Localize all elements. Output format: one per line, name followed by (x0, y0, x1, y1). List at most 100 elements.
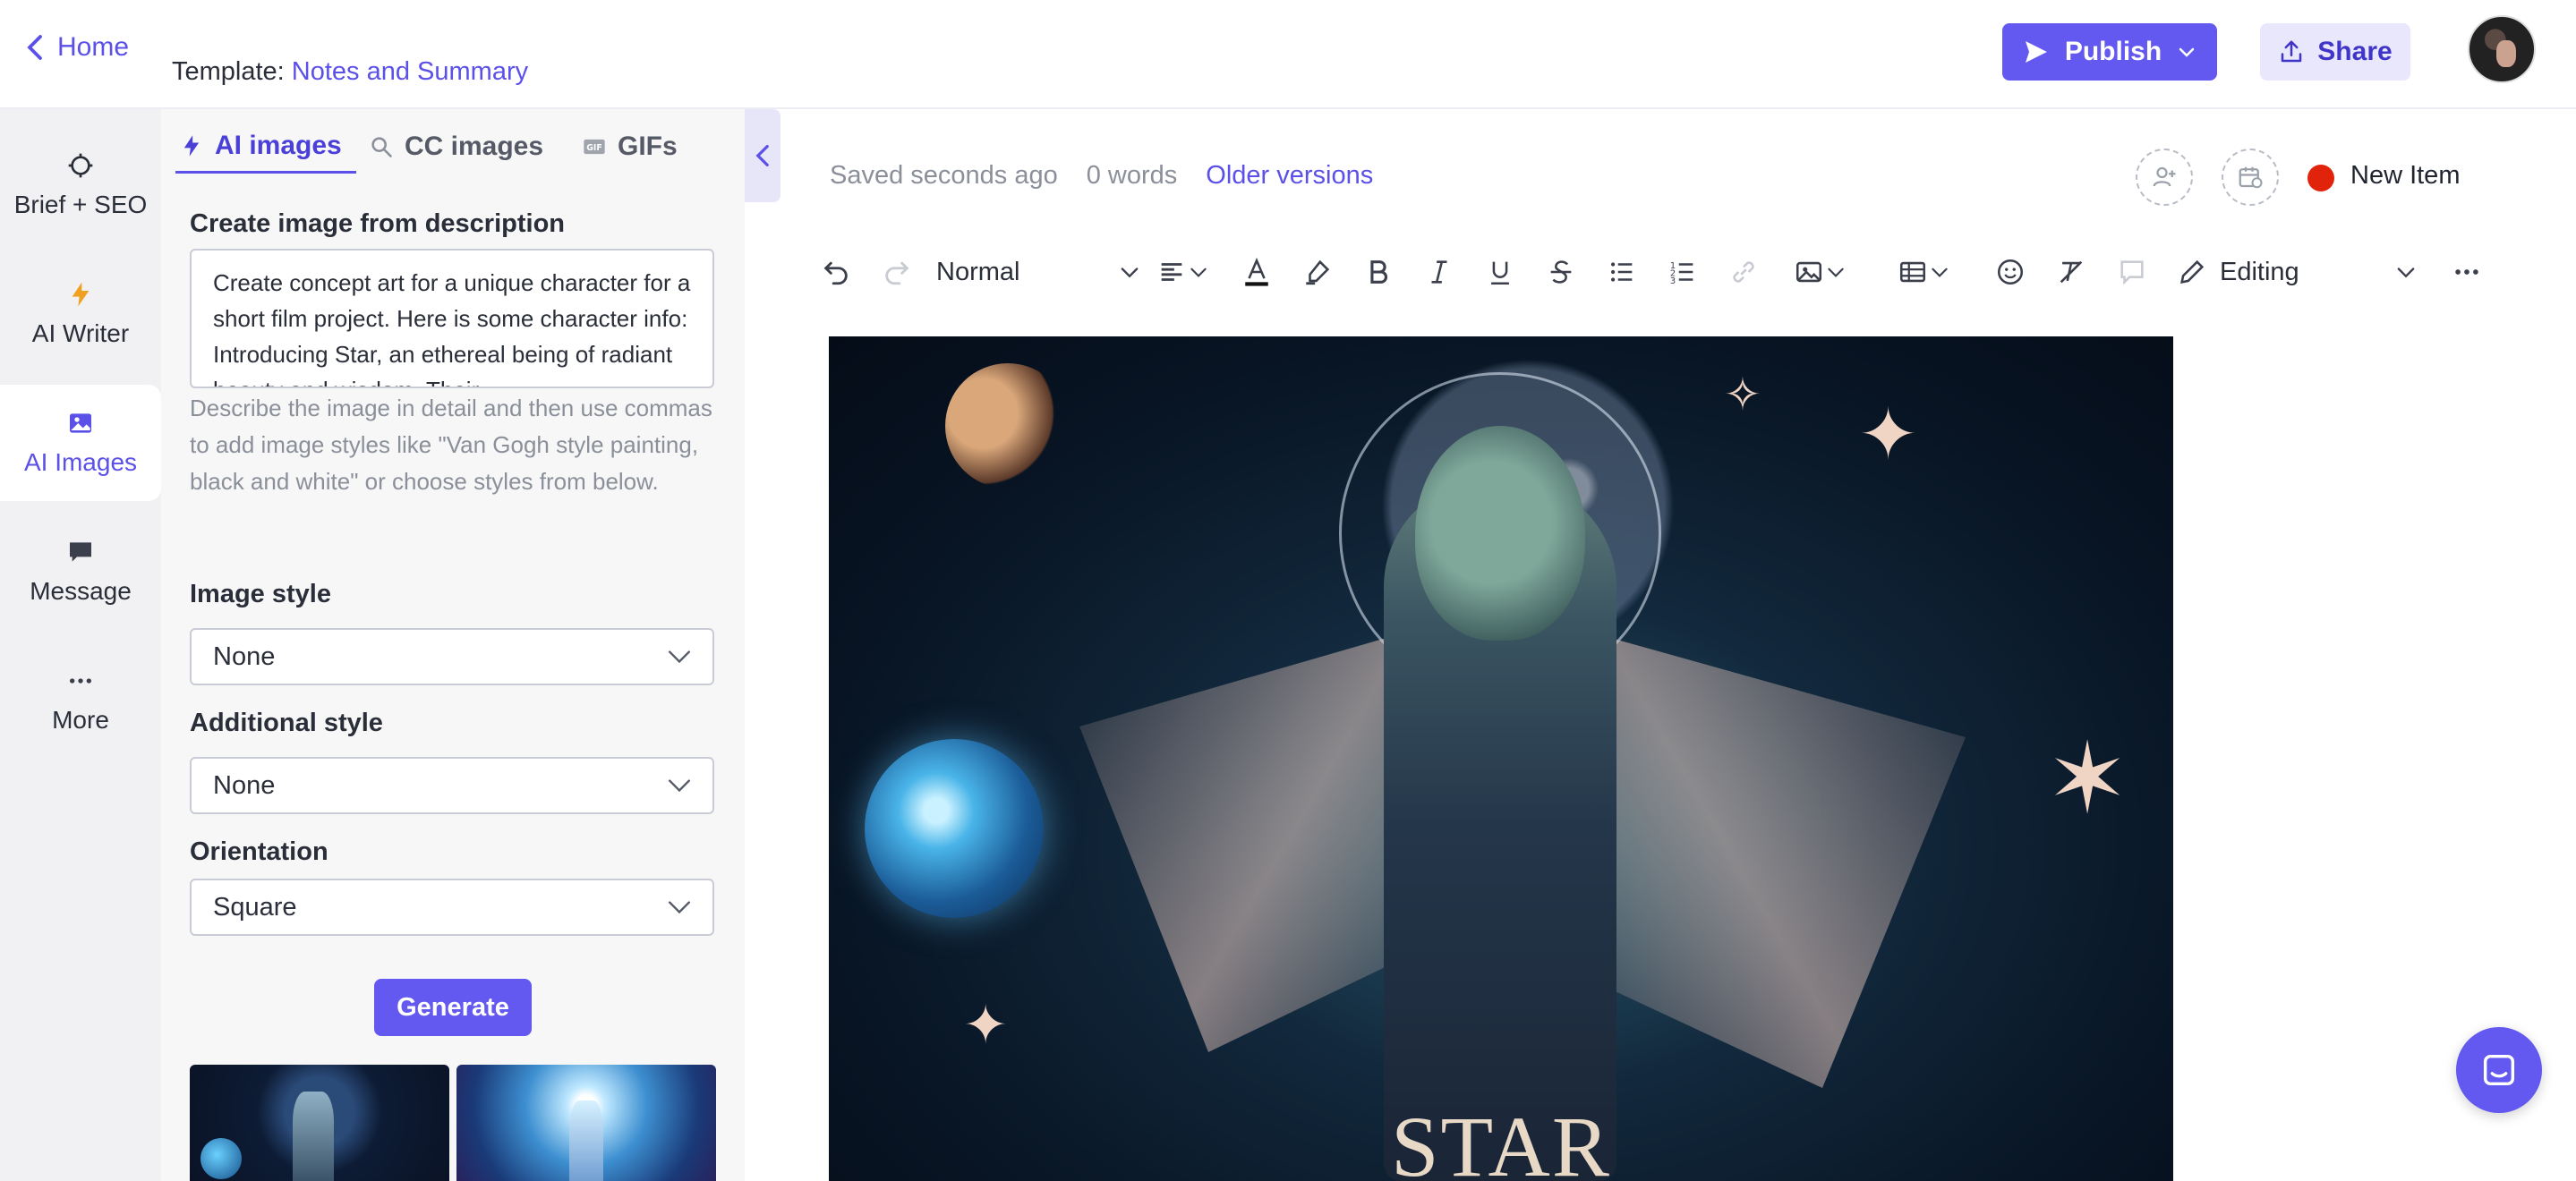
older-versions-link[interactable]: Older versions (1206, 161, 1373, 191)
table-icon (1899, 261, 1926, 283)
document-image[interactable]: ✦ ✶ ✦ ✧ STAR (829, 336, 2173, 1181)
tab-ai-images[interactable]: AI images (175, 120, 356, 174)
editing-mode-select[interactable]: Editing (2177, 252, 2392, 292)
tab-label: CC images (405, 132, 544, 161)
ai-images-panel: AI images CC images GIF GIFs Create imag… (161, 109, 745, 1181)
description-help-text: Describe the image in detail and then us… (190, 395, 712, 495)
calendar-clock-icon (2239, 166, 2263, 189)
highlight-button[interactable] (1298, 252, 1337, 292)
image-star: ✦ (963, 995, 1009, 1055)
rail-item-ai-images[interactable]: AI Images (0, 385, 161, 501)
italic-button[interactable] (1420, 252, 1459, 292)
image-star: ✧ (1724, 370, 1761, 420)
emoji-button[interactable] (1991, 252, 2030, 292)
chevron-down-icon (1828, 268, 1844, 277)
rail-item-ai-writer[interactable]: AI Writer (0, 256, 161, 372)
more-options-button[interactable] (2447, 252, 2486, 292)
description-label: Create image from description (190, 209, 565, 238)
comment-button[interactable] (2112, 252, 2152, 292)
lightning-icon (183, 134, 200, 157)
more-dots-icon (2455, 269, 2478, 275)
comment-icon (2120, 260, 2144, 285)
status-indicator-dot (2307, 165, 2334, 191)
image-wing-right (1608, 637, 1966, 1088)
underline-button[interactable] (1480, 252, 1520, 292)
link-button[interactable] (1724, 252, 1763, 292)
chat-icon (2483, 1054, 2515, 1086)
chevron-down-icon (668, 901, 691, 914)
image-wing-left (1079, 633, 1402, 1052)
image-star: ✶ (2046, 724, 2129, 834)
panel-tabs: AI images CC images GIF GIFs (161, 109, 745, 174)
image-style-select[interactable]: None (190, 628, 714, 685)
image-figure-head (1415, 426, 1585, 641)
tab-cc-images[interactable]: CC images (369, 120, 543, 174)
additional-style-select[interactable]: None (190, 757, 714, 814)
top-bar: Home Template: Notes and Summary Publish… (0, 0, 2576, 109)
status-label[interactable]: New Item (2350, 161, 2460, 191)
publish-button[interactable]: Publish (2002, 23, 2217, 81)
rail-item-label: AI Images (23, 448, 138, 476)
description-textarea[interactable]: Create concept art for a unique characte… (190, 249, 714, 388)
collapse-panel-button[interactable] (745, 109, 780, 202)
generated-image-thumbnail[interactable] (456, 1065, 716, 1181)
schedule-button[interactable] (2222, 149, 2279, 206)
strikethrough-button[interactable] (1541, 252, 1581, 292)
text-color-button[interactable] (1237, 252, 1276, 292)
editing-mode-dropdown[interactable] (2386, 252, 2426, 292)
redo-button[interactable] (877, 252, 917, 292)
rail-item-label: Message (30, 577, 132, 605)
assign-user-button[interactable] (2136, 149, 2193, 206)
support-chat-button[interactable] (2456, 1027, 2542, 1113)
word-count: 0 words (1086, 161, 1178, 190)
chevron-left-icon (27, 35, 42, 60)
template-info: Template: Notes and Summary (172, 57, 528, 87)
search-icon (371, 137, 392, 157)
generate-button[interactable]: Generate (374, 979, 532, 1036)
svg-text:3: 3 (1670, 276, 1676, 286)
rail-item-message[interactable]: Message (0, 514, 161, 630)
image-style-value: None (213, 641, 276, 671)
rail-item-brief-seo[interactable]: Brief + SEO (0, 127, 161, 243)
strikethrough-icon (1550, 260, 1572, 284)
home-link[interactable]: Home (25, 32, 129, 63)
bullet-list-icon (1610, 262, 1633, 282)
bold-button[interactable] (1359, 252, 1398, 292)
chat-icon (70, 542, 91, 562)
rail-item-more[interactable]: More (0, 642, 161, 759)
share-button[interactable]: Share (2260, 23, 2410, 81)
chevron-down-icon (1121, 268, 1139, 278)
text-color-icon (1245, 258, 1268, 286)
paragraph-style-value: Normal (936, 257, 1020, 286)
chevron-left-icon (755, 144, 769, 167)
tab-label: GIFs (618, 132, 678, 161)
align-button[interactable] (1149, 252, 1217, 292)
orientation-label: Orientation (190, 837, 328, 866)
image-caption-text: STAR (1391, 1099, 1611, 1181)
generated-image-thumbnail[interactable] (190, 1065, 449, 1181)
undo-button[interactable] (816, 252, 856, 292)
formatting-toolbar: Normal 123 Editing (816, 245, 2544, 299)
highlighter-icon (1306, 259, 1330, 285)
rail-item-label: AI Writer (31, 319, 130, 347)
clear-formatting-button[interactable] (2051, 252, 2091, 292)
editor-area: Saved seconds ago 0 words Older versions… (780, 109, 2576, 1181)
user-avatar[interactable] (2468, 15, 2536, 83)
pencil-icon (2180, 259, 2205, 284)
underline-icon (1491, 261, 1509, 285)
svg-text:GIF: GIF (586, 143, 602, 153)
orientation-select[interactable]: Square (190, 879, 714, 936)
template-name[interactable]: Notes and Summary (292, 57, 528, 86)
send-icon (2025, 41, 2047, 63)
tab-gifs[interactable]: GIF GIFs (582, 120, 678, 174)
chevron-down-icon (2397, 268, 2415, 278)
clear-format-icon (2060, 260, 2083, 284)
bullet-list-button[interactable] (1602, 252, 1642, 292)
align-left-icon (1161, 263, 1182, 281)
paragraph-style-select[interactable]: Normal (936, 252, 1142, 292)
insert-image-button[interactable] (1785, 252, 1856, 292)
insert-table-button[interactable] (1889, 252, 1960, 292)
numbered-list-button[interactable]: 123 (1663, 252, 1702, 292)
left-nav-rail: Brief + SEO AI Writer AI Images Message … (0, 109, 161, 1181)
chevron-down-icon (1932, 268, 1948, 277)
